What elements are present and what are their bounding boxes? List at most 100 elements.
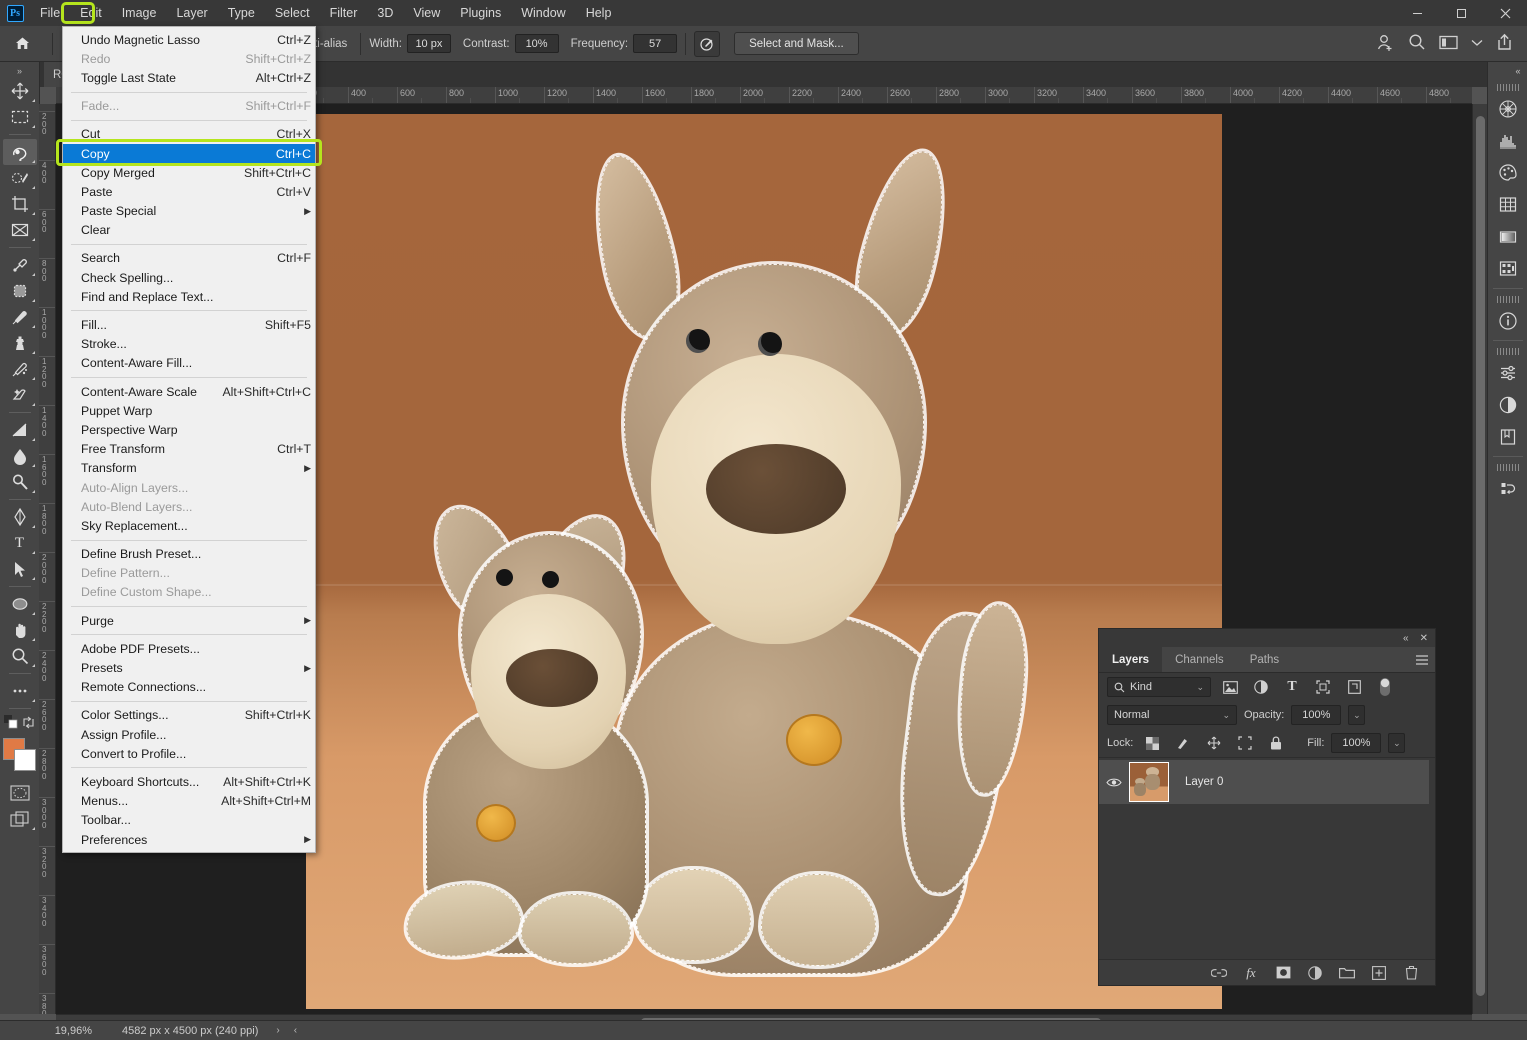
edit-menu-item-undo-magnetic-lasso[interactable]: Undo Magnetic Lasso Ctrl+Z — [63, 30, 315, 49]
patterns-icon[interactable] — [1488, 253, 1527, 285]
edit-menu-item-keyboard-shortcuts[interactable]: Keyboard Shortcuts... Alt+Shift+Ctrl+K — [63, 772, 315, 791]
edit-menu-item-assign-profile[interactable]: Assign Profile... — [63, 725, 315, 744]
layers-panel-collapse-button[interactable]: « — [1403, 633, 1409, 644]
adjustment-layer-icon[interactable] — [1307, 965, 1323, 981]
select-and-mask-button[interactable]: Select and Mask... — [734, 32, 859, 55]
opacity-input[interactable]: 100% — [1291, 705, 1342, 725]
brush-tool[interactable] — [3, 304, 37, 330]
edit-menu-item-remote-connections[interactable]: Remote Connections... — [63, 678, 315, 697]
adjustments-icon[interactable] — [1488, 389, 1527, 421]
edit-menu-item-color-settings[interactable]: Color Settings... Shift+Ctrl+K — [63, 706, 315, 725]
layer-mask-icon[interactable] — [1275, 965, 1291, 981]
lock-image-icon[interactable] — [1171, 733, 1195, 753]
eraser-tool[interactable] — [3, 382, 37, 408]
lock-position-icon[interactable] — [1202, 733, 1226, 753]
edit-menu-item-presets[interactable]: Presets ▶ — [63, 658, 315, 677]
screen-mode-icon[interactable] — [3, 806, 37, 832]
toolbar-collapse-button[interactable]: » — [0, 64, 40, 78]
fill-input[interactable]: 100% — [1331, 733, 1382, 753]
edit-menu-item-content-aware-fill[interactable]: Content-Aware Fill... — [63, 354, 315, 373]
swap-colors-icon[interactable] — [22, 716, 35, 732]
edit-menu-item-perspective-warp[interactable]: Perspective Warp — [63, 420, 315, 439]
zoom-level[interactable]: 19,96% — [40, 1025, 100, 1037]
default-colors-icon[interactable] — [4, 715, 18, 732]
info-icon[interactable] — [1488, 305, 1527, 337]
edit-menu-dropdown[interactable]: Undo Magnetic Lasso Ctrl+Z Redo Shift+Ctrl+… — [62, 26, 316, 854]
new-layer-icon[interactable] — [1371, 965, 1387, 981]
edit-menu-item-free-transform[interactable]: Free Transform Ctrl+T — [63, 440, 315, 459]
contrast-input[interactable]: 10% — [514, 34, 559, 53]
edit-menu-item-copy-merged[interactable]: Copy Merged Shift+Ctrl+C — [63, 163, 315, 182]
edit-menu-item-toggle-last-state[interactable]: Toggle Last State Alt+Ctrl+Z — [63, 68, 315, 87]
lock-transparency-icon[interactable] — [1140, 733, 1164, 753]
edit-menu-item-define-pattern[interactable]: Define Pattern... — [63, 564, 315, 583]
edit-menu-item-sky-replacement[interactable]: Sky Replacement... — [63, 516, 315, 535]
path-selection-tool[interactable] — [3, 556, 37, 582]
history-icon[interactable] — [1488, 473, 1527, 505]
layer-thumbnail[interactable] — [1129, 762, 1169, 802]
blur-tool[interactable] — [3, 443, 37, 469]
zoom-tool[interactable] — [3, 643, 37, 669]
menu-image[interactable]: Image — [112, 0, 167, 26]
menu-edit[interactable]: Edit — [70, 0, 112, 26]
edit-menu-item-define-custom-shape[interactable]: Define Custom Shape... — [63, 583, 315, 602]
color-wheel-icon[interactable] — [1488, 93, 1527, 125]
menu-view[interactable]: View — [403, 0, 450, 26]
filter-kind-dropdown[interactable]: Kind ⌄ — [1107, 677, 1211, 697]
lock-artboard-icon[interactable] — [1233, 733, 1257, 753]
move-tool[interactable] — [3, 78, 37, 104]
edit-menu-item-cut[interactable]: Cut Ctrl+X — [63, 125, 315, 144]
type-tool[interactable]: T — [3, 530, 37, 556]
edit-menu-item-purge[interactable]: Purge ▶ — [63, 611, 315, 630]
eyedropper-tool[interactable] — [3, 252, 37, 278]
delete-layer-icon[interactable] — [1403, 965, 1419, 981]
dock-group-grip[interactable] — [1496, 464, 1519, 471]
edit-menu-item-auto-blend-layers[interactable]: Auto-Blend Layers... — [63, 497, 315, 516]
artboard[interactable] — [306, 114, 1222, 1009]
menu-3d[interactable]: 3D — [367, 0, 403, 26]
menu-select[interactable]: Select — [265, 0, 320, 26]
frame-tool[interactable] — [3, 217, 37, 243]
fill-stepper-chevron-icon[interactable]: ⌄ — [1388, 733, 1406, 753]
menu-help[interactable]: Help — [576, 0, 622, 26]
edit-toolbar-tool[interactable] — [3, 678, 37, 704]
history-brush-tool[interactable] — [3, 356, 37, 382]
maximize-button[interactable] — [1439, 0, 1483, 26]
shape-filter-icon[interactable] — [1311, 677, 1335, 697]
edit-menu-item-define-brush-preset[interactable]: Define Brush Preset... — [63, 545, 315, 564]
close-button[interactable] — [1483, 0, 1527, 26]
menu-bar[interactable]: File Edit Image Layer Type Select Filter 3D View… — [30, 0, 621, 26]
type-filter-icon[interactable]: T — [1280, 677, 1304, 697]
edit-menu-item-toolbar[interactable]: Toolbar... — [63, 811, 315, 830]
layer-list[interactable]: Layer 0 — [1099, 758, 1435, 959]
minimize-button[interactable] — [1395, 0, 1439, 26]
edit-menu-item-menus[interactable]: Menus... Alt+Shift+Ctrl+M — [63, 792, 315, 811]
object-selection-tool[interactable] — [3, 165, 37, 191]
rectangular-marquee-tool[interactable] — [3, 104, 37, 130]
lasso-tool[interactable] — [2, 139, 37, 165]
color-swatches[interactable] — [2, 738, 37, 772]
histogram-icon[interactable] — [1488, 125, 1527, 157]
vertical-scrollbar-thumb[interactable] — [1476, 116, 1485, 996]
spot-healing-brush-tool[interactable] — [3, 278, 37, 304]
layer-row[interactable]: Layer 0 — [1099, 760, 1429, 804]
workspace-icon[interactable] — [1439, 35, 1458, 53]
pen-pressure-icon[interactable] — [694, 30, 721, 57]
crop-tool[interactable] — [3, 191, 37, 217]
layer-style-icon[interactable]: fx — [1243, 965, 1259, 981]
clone-stamp-tool[interactable] — [3, 330, 37, 356]
layer-name[interactable]: Layer 0 — [1185, 776, 1223, 788]
edit-menu-item-auto-align-layers[interactable]: Auto-Align Layers... — [63, 478, 315, 497]
home-icon[interactable] — [0, 26, 44, 62]
edit-menu-item-redo[interactable]: Redo Shift+Ctrl+Z — [63, 49, 315, 68]
edit-menu-item-transform[interactable]: Transform ▶ — [63, 459, 315, 478]
panel-menu-icon[interactable] — [1409, 647, 1435, 672]
hand-tool[interactable] — [3, 617, 37, 643]
dodge-tool[interactable] — [3, 469, 37, 495]
menu-window[interactable]: Window — [511, 0, 575, 26]
pen-tool[interactable] — [3, 504, 37, 530]
edit-menu-item-paste[interactable]: Paste Ctrl+V — [63, 182, 315, 201]
edit-menu-item-clear[interactable]: Clear — [63, 221, 315, 240]
lock-all-icon[interactable] — [1264, 733, 1288, 753]
adjustment-filter-icon[interactable] — [1249, 677, 1273, 697]
